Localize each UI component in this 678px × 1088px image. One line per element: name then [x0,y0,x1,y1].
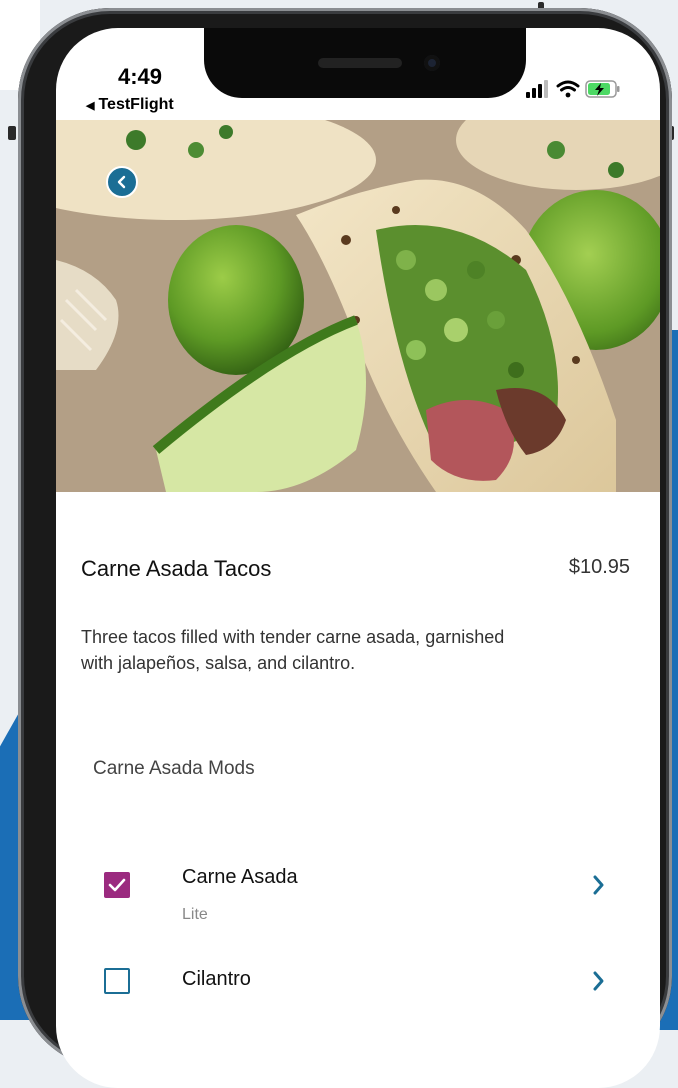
phone-side-button-left [8,126,16,140]
mod-sub-label: Lite [182,906,208,923]
status-time: 4:49 [118,64,163,89]
item-title: Carne Asada Tacos [81,556,272,581]
mod-name: Cilantro [182,968,251,990]
checkbox-checked[interactable] [104,872,130,898]
status-icons [526,78,626,102]
back-button[interactable] [106,166,138,198]
back-to-app-label: TestFlight [98,96,174,113]
checkbox-unchecked[interactable] [104,968,130,994]
back-triangle-icon: ◀ [86,100,95,112]
speaker [318,58,402,68]
item-price: $10.95 [568,556,630,578]
signal-icon [526,80,548,98]
back-to-app-link[interactable]: ◀ TestFlight [86,96,174,114]
battery-charging-icon [585,80,620,98]
phone-screen: 4:49 ◀ TestFlight Carne Asada Tacos $10.… [56,28,660,1088]
wifi-icon [556,80,580,98]
front-camera [424,55,440,71]
item-description: Three tacos filled with tender carne asa… [81,627,505,673]
checkmark-icon [108,878,126,892]
phone-frame: 4:49 ◀ TestFlight Carne Asada Tacos $10.… [18,8,672,1088]
mods-heading: Carne Asada Mods [93,758,255,779]
chevron-left-icon [117,175,126,189]
mod-name: Carne Asada [182,866,298,888]
mod-option-carne-asada[interactable]: Carne Asada Lite [56,852,660,932]
chevron-right-icon[interactable] [592,874,606,896]
hero-image [56,120,660,492]
chevron-right-icon[interactable] [592,970,606,992]
notch [204,28,526,98]
mod-option-cilantro[interactable]: Cilantro [56,962,660,1012]
